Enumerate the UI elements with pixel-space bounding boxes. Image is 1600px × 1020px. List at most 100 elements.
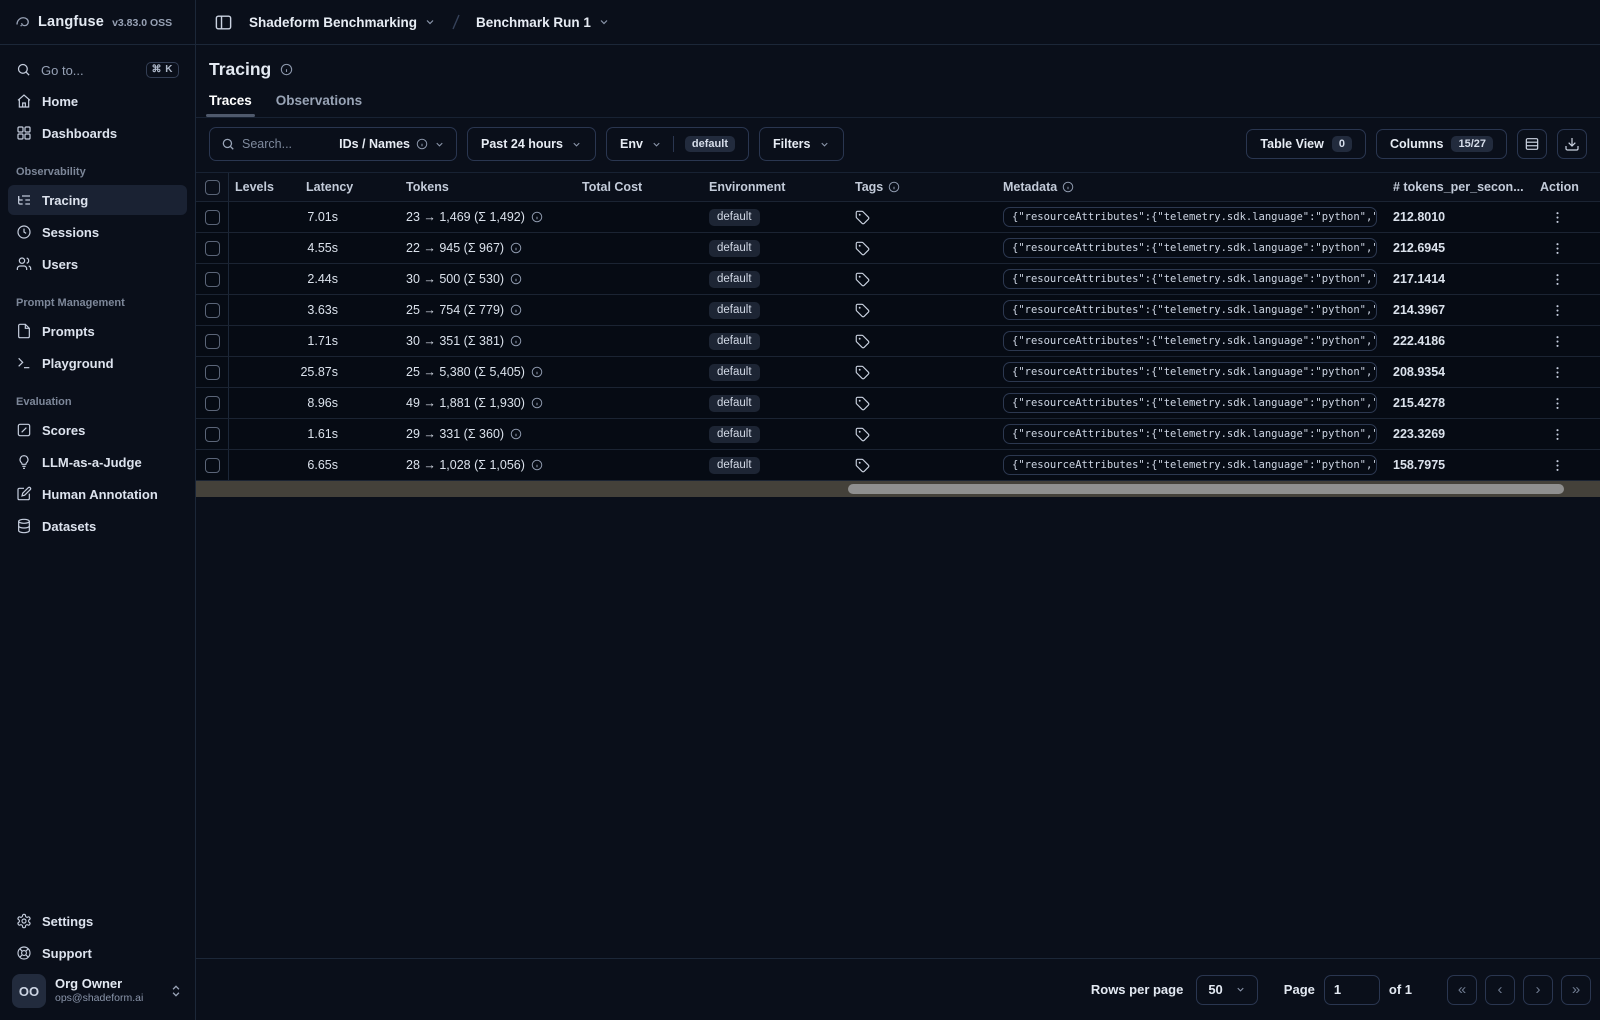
- tag-icon[interactable]: [855, 365, 870, 380]
- metadata-pill[interactable]: {"resourceAttributes":{"telemetry.sdk.la…: [1003, 331, 1377, 351]
- header-metadata[interactable]: Metadata: [997, 173, 1387, 201]
- sidebar-item-sessions[interactable]: Sessions: [8, 217, 187, 247]
- metadata-pill[interactable]: {"resourceAttributes":{"telemetry.sdk.la…: [1003, 424, 1377, 444]
- header-total-cost[interactable]: Total Cost: [576, 173, 703, 201]
- rows-per-page-select[interactable]: 50: [1196, 974, 1258, 1005]
- sidebar-toggle-button[interactable]: [209, 8, 237, 36]
- sidebar-item-human-annotation[interactable]: Human Annotation: [8, 479, 187, 509]
- header-tags[interactable]: Tags: [849, 173, 997, 201]
- metadata-pill[interactable]: {"resourceAttributes":{"telemetry.sdk.la…: [1003, 207, 1377, 227]
- info-icon[interactable]: [510, 428, 522, 440]
- row-checkbox[interactable]: [204, 271, 220, 287]
- sidebar-item-prompts[interactable]: Prompts: [8, 316, 187, 346]
- info-icon[interactable]: [510, 304, 522, 316]
- sidebar-item-datasets[interactable]: Datasets: [8, 511, 187, 541]
- table-view-button[interactable]: Table View 0: [1246, 129, 1366, 159]
- info-icon[interactable]: [531, 459, 543, 471]
- row-actions-button[interactable]: [1550, 241, 1565, 256]
- row-actions-button[interactable]: [1550, 396, 1565, 411]
- user-menu[interactable]: OO Org Owner ops@shadeform.ai: [8, 969, 187, 1008]
- tag-icon[interactable]: [855, 458, 870, 473]
- table-row[interactable]: 2.44s 30 → 500 (Σ 530) default {"resourc…: [196, 264, 1600, 295]
- row-checkbox[interactable]: [204, 209, 220, 225]
- metadata-pill[interactable]: {"resourceAttributes":{"telemetry.sdk.la…: [1003, 300, 1377, 320]
- table-row[interactable]: 7.01s 23 → 1,469 (Σ 1,492) default {"res…: [196, 202, 1600, 233]
- table-row[interactable]: 3.63s 25 → 754 (Σ 779) default {"resourc…: [196, 295, 1600, 326]
- row-actions-button[interactable]: [1550, 272, 1565, 287]
- tab-traces[interactable]: Traces: [206, 93, 255, 117]
- info-icon[interactable]: [531, 397, 543, 409]
- table-row[interactable]: 1.61s 29 → 331 (Σ 360) default {"resourc…: [196, 419, 1600, 450]
- tag-icon[interactable]: [855, 334, 870, 349]
- horizontal-scrollbar-track[interactable]: [196, 481, 1600, 497]
- metadata-pill[interactable]: {"resourceAttributes":{"telemetry.sdk.la…: [1003, 455, 1377, 475]
- tab-observations[interactable]: Observations: [276, 93, 362, 117]
- info-icon[interactable]: [510, 335, 522, 347]
- metadata-pill[interactable]: {"resourceAttributes":{"telemetry.sdk.la…: [1003, 269, 1377, 289]
- tag-icon[interactable]: [855, 272, 870, 287]
- sidebar-item-tracing[interactable]: Tracing: [8, 185, 187, 215]
- next-page-button[interactable]: ›: [1523, 974, 1553, 1005]
- row-checkbox[interactable]: [204, 333, 220, 349]
- row-checkbox[interactable]: [204, 457, 220, 473]
- sidebar-item-settings[interactable]: Settings: [8, 906, 187, 936]
- table-row[interactable]: 25.87s 25 → 5,380 (Σ 5,405) default {"re…: [196, 357, 1600, 388]
- sidebar-item-scores[interactable]: Scores: [8, 415, 187, 445]
- last-page-button[interactable]: »: [1561, 974, 1591, 1005]
- row-checkbox[interactable]: [204, 364, 220, 380]
- table-row[interactable]: 1.71s 30 → 351 (Σ 381) default {"resourc…: [196, 326, 1600, 357]
- info-icon[interactable]: [510, 273, 522, 285]
- export-button[interactable]: [1557, 129, 1587, 159]
- header-tokens-per-second[interactable]: # tokens_per_secon...: [1387, 173, 1534, 201]
- row-actions-button[interactable]: [1550, 365, 1565, 380]
- search-scope-select[interactable]: IDs / Names: [339, 137, 445, 151]
- search-input[interactable]: [242, 137, 316, 151]
- header-levels[interactable]: Levels: [229, 173, 300, 201]
- row-actions-button[interactable]: [1550, 458, 1565, 473]
- row-checkbox[interactable]: [204, 302, 220, 318]
- tag-icon[interactable]: [855, 241, 870, 256]
- header-latency[interactable]: Latency: [300, 173, 400, 201]
- filters-button[interactable]: Filters: [758, 127, 844, 161]
- sidebar-item-support[interactable]: Support: [8, 938, 187, 968]
- tag-icon[interactable]: [855, 396, 870, 411]
- metadata-pill[interactable]: {"resourceAttributes":{"telemetry.sdk.la…: [1003, 362, 1377, 382]
- row-checkbox[interactable]: [204, 395, 220, 411]
- row-actions-button[interactable]: [1550, 427, 1565, 442]
- breadcrumb-org[interactable]: Shadeform Benchmarking: [249, 15, 436, 30]
- breadcrumb-project[interactable]: Benchmark Run 1: [476, 15, 610, 30]
- row-checkbox[interactable]: [204, 240, 220, 256]
- select-all-checkbox[interactable]: [204, 179, 220, 195]
- row-actions-button[interactable]: [1550, 303, 1565, 318]
- sidebar-item-home[interactable]: Home: [8, 86, 187, 116]
- horizontal-scrollbar-thumb[interactable]: [848, 484, 1564, 494]
- columns-button[interactable]: Columns 15/27: [1375, 129, 1507, 159]
- tag-icon[interactable]: [855, 210, 870, 225]
- header-tokens[interactable]: Tokens: [400, 173, 576, 201]
- row-checkbox[interactable]: [204, 426, 220, 442]
- table-row[interactable]: 8.96s 49 → 1,881 (Σ 1,930) default {"res…: [196, 388, 1600, 419]
- sidebar-item-dashboards[interactable]: Dashboards: [8, 118, 187, 148]
- metadata-pill[interactable]: {"resourceAttributes":{"telemetry.sdk.la…: [1003, 393, 1377, 413]
- header-environment[interactable]: Environment: [703, 173, 849, 201]
- info-icon[interactable]: [280, 63, 293, 76]
- first-page-button[interactable]: «: [1447, 974, 1477, 1005]
- table-row[interactable]: 6.65s 28 → 1,028 (Σ 1,056) default {"res…: [196, 450, 1600, 481]
- tag-icon[interactable]: [855, 303, 870, 318]
- sidebar-item-users[interactable]: Users: [8, 249, 187, 279]
- previous-page-button[interactable]: ‹: [1485, 974, 1515, 1005]
- table-row[interactable]: 4.55s 22 → 945 (Σ 967) default {"resourc…: [196, 233, 1600, 264]
- metadata-pill[interactable]: {"resourceAttributes":{"telemetry.sdk.la…: [1003, 238, 1377, 258]
- row-actions-button[interactable]: [1550, 334, 1565, 349]
- tag-icon[interactable]: [855, 427, 870, 442]
- row-actions-button[interactable]: [1550, 210, 1565, 225]
- goto-search-button[interactable]: Go to... ⌘ K: [8, 55, 187, 85]
- time-range-button[interactable]: Past 24 hours: [467, 127, 596, 161]
- info-icon[interactable]: [510, 242, 522, 254]
- sidebar-item-llm-as-a-judge[interactable]: LLM-as-a-Judge: [8, 447, 187, 477]
- info-icon[interactable]: [531, 211, 543, 223]
- row-height-button[interactable]: [1517, 129, 1547, 159]
- sidebar-item-playground[interactable]: Playground: [8, 348, 187, 378]
- env-filter-button[interactable]: Env default: [605, 127, 749, 161]
- info-icon[interactable]: [531, 366, 543, 378]
